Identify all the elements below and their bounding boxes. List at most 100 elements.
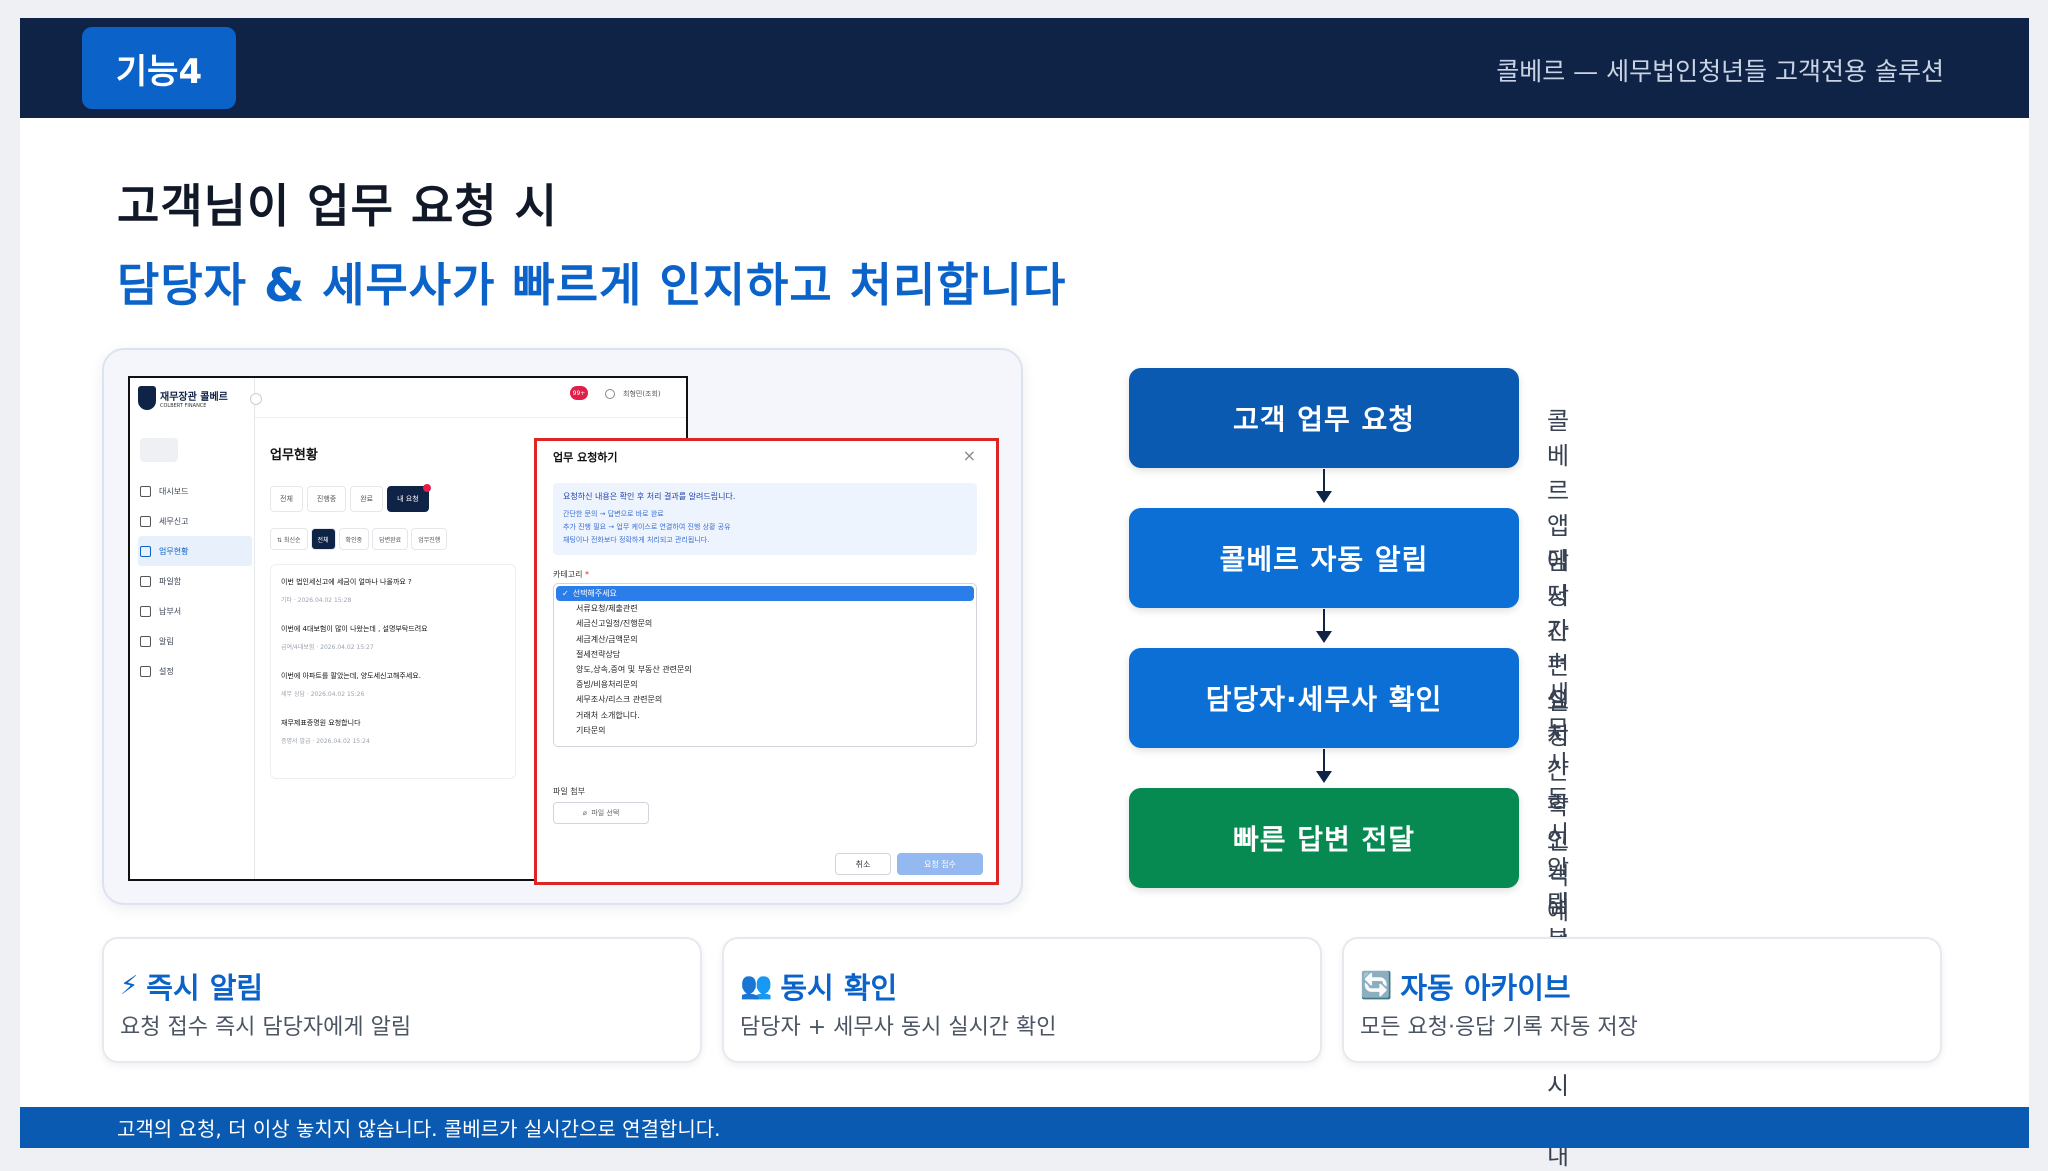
tab-done[interactable]: 완료	[350, 486, 384, 512]
category-option[interactable]: 양도,상속,증여 및 부동산 관련문의	[556, 662, 974, 677]
lightning-icon: ⚡	[120, 971, 139, 1001]
category-option[interactable]: 절세전략상담	[556, 647, 974, 662]
tab-my-requests[interactable]: 내 요청	[387, 484, 431, 512]
category-label-text: 카테고리	[553, 570, 583, 579]
category-option[interactable]: 세금계산/금액문의	[556, 632, 974, 647]
request-title: 이번에 아파트를 팔았는데, 양도세신고해주세요.	[281, 672, 421, 680]
close-icon[interactable]: ×	[963, 446, 976, 465]
file-select-button[interactable]: ⌀ 파일 선택	[553, 802, 649, 824]
list-item[interactable]: 이번 법인세신고에 세금이 얼마나 나올까요 ? 기타 · 2026.04.02 …	[281, 577, 505, 604]
cancel-button[interactable]: 취소	[835, 853, 891, 875]
flow-step-request: 고객 업무 요청	[1129, 368, 1519, 468]
refresh-icon: 🔄	[1360, 971, 1393, 1001]
request-meta: 세무 상담 · 2026.04.02 15:26	[281, 691, 365, 698]
info-box: 요청하신 내용은 확인 후 처리 결과를 알려드립니다. 간단한 문의 → 답변…	[553, 483, 977, 555]
request-list: 이번 법인세신고에 세금이 얼마나 나올까요 ? 기타 · 2026.04.02 …	[270, 564, 516, 779]
bell-icon	[140, 635, 151, 647]
slide: 기능4 콜베르 — 세무법인청년들 고객전용 솔루션 고객님이 업무 요청 시 …	[20, 18, 2029, 1170]
category-option[interactable]: 서류요청/제출관련	[556, 601, 974, 616]
sort-latest[interactable]: ⇅ 최신순	[270, 528, 308, 550]
sidebar-item-label: 설정	[159, 666, 174, 676]
document-icon	[140, 515, 151, 527]
feature-desc: 모든 요청·응답 기록 자동 저장	[1360, 1015, 1638, 1040]
receipt-icon	[140, 605, 151, 617]
filter-in-work[interactable]: 업무진행	[411, 528, 448, 550]
category-label: 카테고리 *	[553, 569, 589, 580]
option-placeholder[interactable]: 선택해주세요	[556, 586, 974, 602]
sidebar-item-label: 알림	[159, 636, 174, 646]
clipboard-icon	[140, 545, 151, 557]
required-mark: *	[585, 570, 589, 579]
sidebar-item-alerts[interactable]: 알림	[138, 626, 252, 656]
category-option[interactable]: 거래처 소개합니다.	[556, 708, 974, 723]
tab-in-progress[interactable]: 진행중	[306, 486, 347, 512]
request-title: 재무제표증명원 요청합니다	[281, 719, 361, 727]
sidebar-nav: 대시보드 세무신고 업무현황 파일함 납부서 알림 설정	[138, 476, 252, 686]
sidebar-item-work-status[interactable]: 업무현황	[138, 536, 252, 566]
flow-step-reply: 빠른 답변 전달	[1129, 788, 1519, 888]
list-item[interactable]: 이번에 4대보험이 많이 나왔는데 , 설명부탁드려요급여/4대보험 · 202…	[281, 624, 505, 651]
modal-title: 업무 요청하기	[553, 451, 618, 464]
category-option[interactable]: 세금신고일정/진행문의	[556, 616, 974, 631]
request-meta: 기타 · 2026.04.02 15:28	[281, 597, 352, 604]
filter-answered[interactable]: 답변완료	[372, 528, 409, 550]
submit-button[interactable]: 요청 접수	[897, 853, 983, 875]
sidebar-item-files[interactable]: 파일함	[138, 566, 252, 596]
feature-title-text: 즉시 알림	[146, 971, 264, 1005]
attach-label: 파일 첨부	[553, 787, 585, 796]
file-select-label: 파일 선택	[591, 809, 620, 817]
filter-checking[interactable]: 확인중	[338, 528, 370, 550]
sidebar-item-payment[interactable]: 납부서	[138, 596, 252, 626]
filter-all[interactable]: 전체	[310, 528, 336, 550]
feature-title: 👥 동시 확인	[740, 965, 897, 1007]
request-meta: 증명서 발급 · 2026.04.02 15:24	[281, 738, 370, 745]
app-screenshot-frame: 재무장관 콜베르 COLBERT FINANCE 대시보드 세무신고 업무현황 …	[102, 348, 1023, 905]
filter-tabs: ⇅ 최신순 전체 확인중 답변완료 업무진행	[270, 528, 448, 550]
sidebar-item-label: 세무신고	[159, 516, 189, 526]
category-option[interactable]: 기타문의	[556, 723, 974, 738]
paperclip-icon: ⌀	[582, 809, 592, 817]
notification-badge[interactable]: 99+	[570, 386, 588, 400]
unread-dot	[422, 484, 431, 492]
list-item[interactable]: 재무제표증명원 요청합니다증명서 발급 · 2026.04.02 15:24	[281, 718, 505, 745]
sidebar-item-tax-filing[interactable]: 세무신고	[138, 506, 252, 536]
request-title: 이번 법인세신고에 세금이 얼마나 나올까요 ?	[281, 578, 412, 586]
profile-placeholder	[140, 438, 178, 462]
sidebar-item-label: 납부서	[159, 606, 182, 616]
info-line: 간단한 문의 → 답변으로 바로 완료	[563, 510, 664, 518]
app-logo-sub: COLBERT FINANCE	[160, 403, 207, 409]
app-logo-name: 재무장관 콜베르	[160, 392, 228, 403]
tab-all[interactable]: 전체	[270, 486, 303, 512]
folder-icon	[140, 575, 151, 587]
app-header: 99+ 최형민(조회)	[255, 378, 686, 418]
footer-bar: 고객의 요청, 더 이상 놓치지 않습니다. 콜베르가 실시간으로 연결합니다.	[20, 1107, 2029, 1148]
flow-step-notify: 콜베르 자동 알림	[1129, 508, 1519, 608]
status-tabs: 전체 진행중 완료 내 요청	[270, 484, 431, 512]
top-bar: 기능4 콜베르 — 세무법인청년들 고객전용 솔루션	[20, 18, 2029, 118]
arrow-down-icon	[1316, 609, 1332, 648]
sidebar-item-label: 파일함	[159, 576, 182, 586]
feature-card-simultaneous: 👥 동시 확인 담당자 + 세무사 동시 실시간 확인	[722, 937, 1322, 1063]
category-select[interactable]: 선택해주세요 서류요청/제출관련 세금신고일정/진행문의 세금계산/금액문의 절…	[553, 583, 977, 747]
request-title: 이번에 4대보험이 많이 나왔는데 , 설명부탁드려요	[281, 625, 428, 633]
feature-title-text: 자동 아카이브	[1400, 971, 1571, 1005]
user-menu[interactable]: 최형민(조회)	[605, 389, 661, 399]
list-item[interactable]: 이번에 아파트를 팔았는데, 양도세신고해주세요. 세무 상담 · 2026.04…	[281, 671, 505, 698]
feature-card-instant-alert: ⚡ 즉시 알림 요청 접수 즉시 담당자에게 알림	[102, 937, 702, 1063]
info-main: 요청하신 내용은 확인 후 처리 결과를 알려드립니다.	[563, 492, 736, 501]
page-title: 업무현황	[270, 448, 318, 463]
gear-icon	[140, 665, 151, 677]
category-option[interactable]: 증빙/비용처리문의	[556, 677, 974, 692]
feature-title: 🔄 자동 아카이브	[1360, 965, 1571, 1007]
feature-badge: 기능4	[82, 27, 236, 109]
sidebar-item-dashboard[interactable]: 대시보드	[138, 476, 252, 506]
people-icon: 👥	[740, 971, 773, 1001]
arrow-down-icon	[1316, 469, 1332, 508]
feature-card-archive: 🔄 자동 아카이브 모든 요청·응답 기록 자동 저장	[1342, 937, 1942, 1063]
sidebar-item-settings[interactable]: 설정	[138, 656, 252, 686]
collapse-chevron-icon[interactable]	[250, 393, 262, 405]
grid-icon	[140, 485, 151, 497]
request-meta: 급여/4대보험 · 2026.04.02 15:27	[281, 644, 374, 651]
flow-step-confirm: 담당자·세무사 확인	[1129, 648, 1519, 748]
category-option[interactable]: 세무조사/리스크 관련문의	[556, 692, 974, 707]
